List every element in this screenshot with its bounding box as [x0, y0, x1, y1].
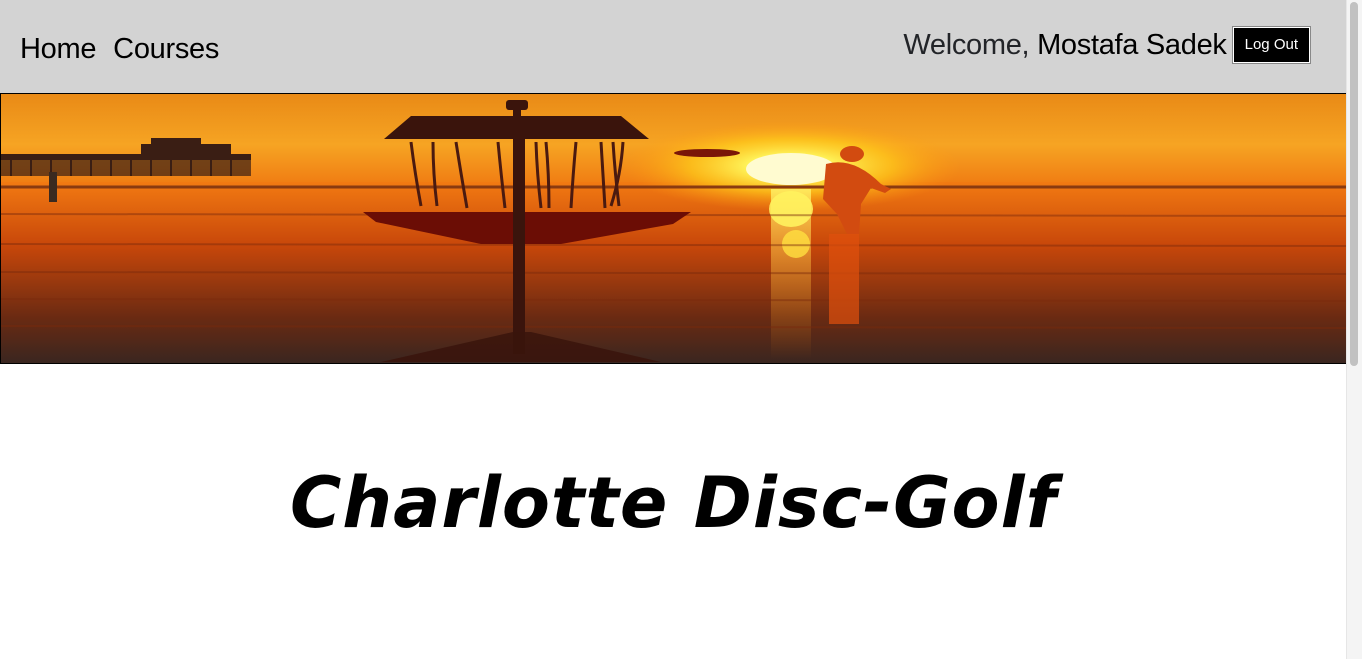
- nav-home-link[interactable]: Home: [20, 30, 96, 68]
- page-title: Charlotte Disc-Golf: [289, 462, 1058, 544]
- banner-image: [0, 93, 1347, 364]
- disc-golf-sunset-image: [1, 94, 1346, 363]
- vertical-scrollbar[interactable]: [1346, 0, 1362, 659]
- welcome-prefix: Welcome,: [903, 29, 1030, 61]
- nav-courses-link[interactable]: Courses: [113, 30, 219, 68]
- welcome-message: Welcome, Mostafa Sadek: [903, 26, 1227, 64]
- scrollbar-thumb[interactable]: [1350, 2, 1358, 366]
- logout-button[interactable]: Log Out: [1231, 26, 1312, 64]
- nav-links: Home Courses: [20, 30, 219, 68]
- navbar: Home Courses Welcome, Mostafa Sadek Log …: [0, 0, 1347, 93]
- user-area: Welcome, Mostafa Sadek Log Out: [903, 26, 1312, 64]
- page: Home Courses Welcome, Mostafa Sadek Log …: [0, 0, 1362, 659]
- user-name: Mostafa Sadek: [1037, 29, 1227, 61]
